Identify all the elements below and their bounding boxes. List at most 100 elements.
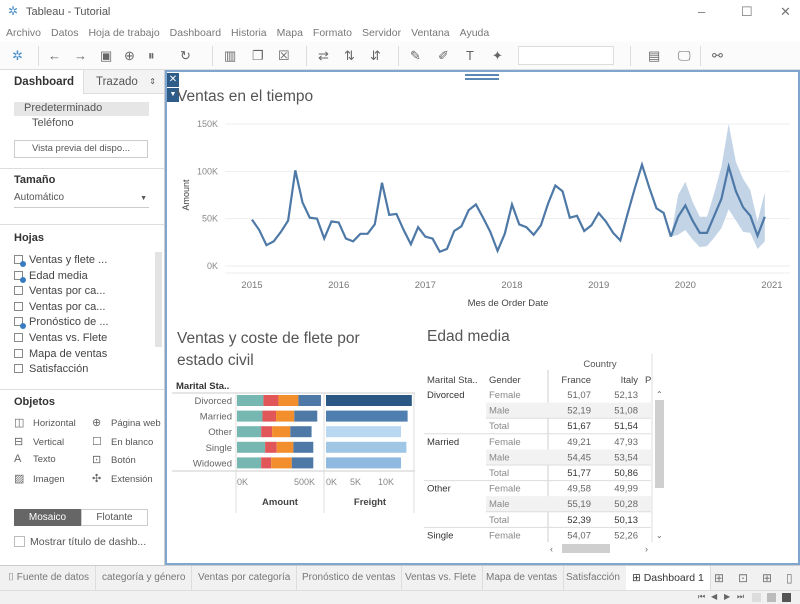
table-hscrollbar[interactable] bbox=[562, 544, 610, 553]
row-header: Other bbox=[427, 484, 451, 495]
forecast-band bbox=[670, 124, 765, 249]
sheet-tabs: ⌷ Fuente de datos categoría y género Venta… bbox=[0, 565, 800, 590]
tab-label: Pronóstico de ventas bbox=[302, 572, 396, 583]
nav-button[interactable]: ⏮ bbox=[698, 592, 705, 602]
y-tick-label: 150K bbox=[197, 119, 218, 129]
amount-bar-segment[interactable] bbox=[261, 426, 273, 438]
amount-bar-segment[interactable] bbox=[237, 395, 264, 406]
new-sheet-icon[interactable]: ▯ bbox=[786, 571, 793, 585]
film-view-icon[interactable] bbox=[782, 593, 791, 602]
amount-bar-segment[interactable] bbox=[262, 410, 277, 422]
new-story-icon[interactable]: ⊞ bbox=[762, 571, 772, 585]
column-header: Gender bbox=[489, 375, 521, 386]
row-header: Single bbox=[427, 530, 453, 541]
grid-view-icon[interactable] bbox=[752, 593, 761, 602]
table-cell: 51,07 bbox=[567, 390, 591, 401]
sheet-tab[interactable]: Ventas por categoría bbox=[192, 566, 298, 590]
amount-bar-segment[interactable] bbox=[261, 457, 272, 469]
row-header: Divorced bbox=[427, 390, 465, 401]
sheet-tab[interactable]: Ventas vs. Flete bbox=[399, 566, 484, 590]
tab-datasource[interactable]: ⌷ Fuente de datos bbox=[0, 566, 97, 590]
amount-bar-segment[interactable] bbox=[263, 395, 279, 406]
table-vscrollbar[interactable] bbox=[655, 400, 664, 488]
x-tick-label: 500K bbox=[294, 477, 315, 487]
freight-bar[interactable] bbox=[326, 457, 401, 469]
tab-label: Dashboard 1 bbox=[643, 572, 704, 584]
category-label: Widowed bbox=[193, 458, 232, 469]
amount-bar-segment[interactable] bbox=[291, 457, 314, 469]
x-tick-label: 2020 bbox=[675, 280, 696, 291]
table-cell: 47,93 bbox=[614, 437, 638, 448]
tab-label: Satisfacción bbox=[566, 572, 620, 583]
table-cell: 50,28 bbox=[614, 499, 638, 510]
amount-bar-segment[interactable] bbox=[276, 410, 295, 422]
category-label: Other bbox=[208, 427, 232, 438]
amount-bar-segment[interactable] bbox=[298, 395, 321, 406]
freight-bar[interactable] bbox=[326, 395, 412, 406]
table-cell: 52,26 bbox=[614, 530, 638, 541]
row-header: Total bbox=[489, 421, 509, 432]
sheet-tab[interactable]: Mapa de ventas bbox=[480, 566, 565, 590]
category-label: Married bbox=[200, 412, 232, 423]
tab-label: categoría y género bbox=[102, 572, 186, 583]
x-tick-label: 2017 bbox=[415, 280, 436, 291]
pane-title: Freight bbox=[354, 497, 387, 508]
table-cell: 49,58 bbox=[567, 484, 591, 495]
sheet-tab[interactable]: Pronóstico de ventas bbox=[296, 566, 403, 590]
amount-bar-segment[interactable] bbox=[265, 441, 277, 453]
table-cell: 51,67 bbox=[567, 421, 591, 432]
amount-bar-segment[interactable] bbox=[278, 395, 299, 406]
table-cell: 50,86 bbox=[614, 468, 638, 479]
table-cell: 52,19 bbox=[567, 406, 591, 417]
nav-button[interactable]: ◀ bbox=[711, 592, 717, 601]
amount-bar-segment[interactable] bbox=[237, 426, 262, 438]
scroll-up-icon[interactable]: ⌃ bbox=[656, 390, 663, 399]
x-axis-title: Mes de Order Date bbox=[468, 298, 549, 309]
row-header: Male bbox=[489, 499, 510, 510]
amount-bar-segment[interactable] bbox=[293, 441, 314, 453]
sheet-tab[interactable]: categoría y género bbox=[96, 566, 193, 590]
amount-bar-segment[interactable] bbox=[237, 441, 266, 453]
amount-bar-segment[interactable] bbox=[237, 410, 263, 422]
row-header: Married bbox=[427, 437, 459, 448]
nav-button[interactable]: ⏭ bbox=[737, 592, 744, 602]
table-cell: 50,13 bbox=[614, 515, 638, 526]
amount-bar-segment[interactable] bbox=[290, 426, 312, 438]
table-cell: 51,08 bbox=[614, 406, 638, 417]
x-tick-label: 10K bbox=[378, 477, 394, 487]
column-header: France bbox=[561, 375, 591, 386]
table-cell: 49,21 bbox=[567, 437, 591, 448]
status-bar: ⏮ ◀ ▶ ⏭ bbox=[0, 590, 800, 604]
row-header: Female bbox=[489, 530, 521, 541]
amount-bar-segment[interactable] bbox=[276, 441, 294, 453]
x-tick-label: 2018 bbox=[501, 280, 522, 291]
new-worksheet-icon[interactable]: ⊞ bbox=[714, 571, 724, 585]
table-cell: 53,54 bbox=[614, 452, 638, 463]
sheet-tab[interactable]: Satisfacción bbox=[560, 566, 627, 590]
scroll-down-icon[interactable]: ⌄ bbox=[656, 531, 663, 540]
row-header: Marital Sta.. bbox=[176, 381, 229, 392]
pane-title: Amount bbox=[262, 497, 299, 508]
sheet-tab[interactable]: ⊞ Dashboard 1 bbox=[626, 566, 711, 590]
amount-bar-segment[interactable] bbox=[271, 457, 292, 469]
amount-bar-segment[interactable] bbox=[237, 457, 262, 469]
nav-button[interactable]: ▶ bbox=[724, 592, 730, 601]
y-tick-label: 100K bbox=[197, 166, 218, 176]
x-tick-label: 2019 bbox=[588, 280, 609, 291]
table-cell: 54,07 bbox=[567, 530, 591, 541]
x-tick-label: 5K bbox=[350, 477, 361, 487]
freight-bar[interactable] bbox=[326, 441, 407, 453]
freight-bar[interactable] bbox=[326, 410, 408, 422]
scroll-right-icon[interactable]: › bbox=[645, 544, 648, 554]
list-view-icon[interactable] bbox=[767, 593, 776, 602]
freight-bar[interactable] bbox=[326, 426, 401, 438]
tab-label: Mapa de ventas bbox=[486, 572, 558, 583]
x-tick-label: 2015 bbox=[241, 280, 262, 291]
amount-bar-segment[interactable] bbox=[272, 426, 291, 438]
new-dashboard-icon[interactable]: ⊡ bbox=[738, 571, 748, 585]
row-header: Total bbox=[489, 515, 509, 526]
scroll-left-icon[interactable]: ‹ bbox=[550, 544, 553, 554]
x-tick-label: 2021 bbox=[761, 280, 782, 291]
dashboard-charts: 0K 50K 100K 150K 2015 2016 2017 2018 2019 2020 202… bbox=[172, 119, 790, 554]
amount-bar-segment[interactable] bbox=[294, 410, 318, 422]
